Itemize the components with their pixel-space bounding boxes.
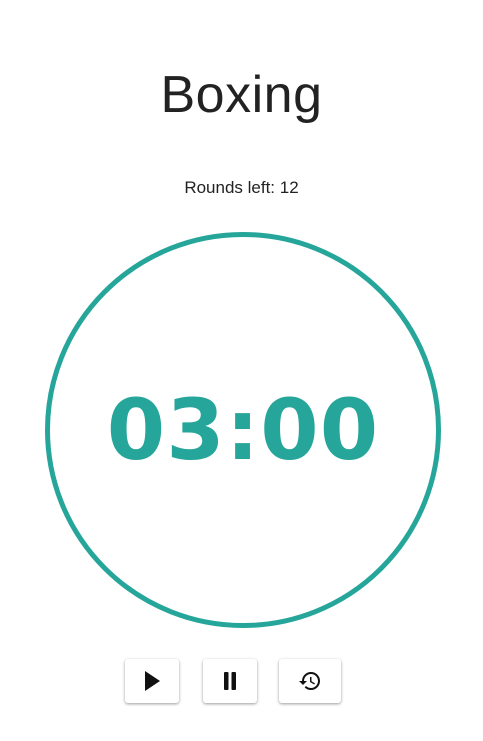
reset-button[interactable] xyxy=(279,659,341,703)
play-icon xyxy=(142,670,162,692)
page-title: Boxing xyxy=(160,66,323,124)
history-reset-icon xyxy=(298,669,322,693)
pause-button[interactable] xyxy=(203,659,257,703)
timer-display: 03:00 xyxy=(106,381,380,479)
timer-page: Boxing Rounds left: 12 03:00 xyxy=(0,0,483,741)
rounds-left-label: Rounds left: 12 xyxy=(184,178,299,197)
pause-icon xyxy=(222,671,238,691)
play-button[interactable] xyxy=(125,659,179,703)
timer-controls xyxy=(0,659,483,703)
